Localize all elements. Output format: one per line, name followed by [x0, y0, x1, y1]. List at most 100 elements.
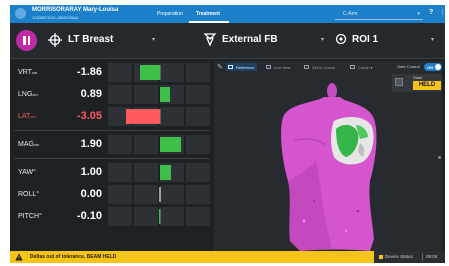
- pause-button[interactable]: [16, 30, 37, 51]
- delta-bar: [139, 65, 160, 80]
- beam-label[interactable]: External FB: [222, 34, 278, 45]
- delta-value: 0.00: [80, 188, 102, 200]
- gauge-cell: [108, 163, 132, 182]
- beam-icon: [203, 33, 217, 46]
- gauge-cell: [186, 85, 210, 104]
- delta-unit: cm: [33, 142, 40, 147]
- gauge-cell: [134, 85, 158, 104]
- tolerance-warning-message: Deltas out of tolerance, BEAM HELD: [30, 254, 117, 260]
- panel-handle[interactable]: [438, 156, 441, 159]
- roi-icon: [335, 33, 347, 45]
- gauge-cell: [108, 185, 132, 204]
- delta-bar: [160, 137, 181, 152]
- gauge-cell: [108, 63, 132, 82]
- delta-value: 0.89: [80, 88, 102, 100]
- gauge-zero-line: [160, 209, 161, 224]
- delta-unit: cm: [30, 114, 36, 119]
- beam-state-box: State HELD: [392, 74, 442, 92]
- chevron-down-icon[interactable]: ▾: [431, 36, 434, 43]
- roi-label[interactable]: ROI 1: [352, 34, 378, 45]
- delta-bar: [159, 187, 161, 202]
- device-status-area[interactable]: Device Status 08:05: [374, 251, 445, 263]
- treatment-site-label[interactable]: LT Breast: [68, 34, 113, 45]
- delta-bar: [160, 87, 170, 102]
- gauge-cell: [160, 107, 184, 126]
- gauge-cell: [186, 185, 210, 204]
- patient-avatar[interactable]: [15, 8, 26, 19]
- clock: 08:05: [426, 254, 438, 259]
- surface-view-panel: ✎ Reference Live view Set to Couch Couch…: [214, 61, 442, 251]
- machine-dropdown[interactable]: C-Arm ▾: [335, 8, 423, 20]
- chevron-down-icon[interactable]: ▾: [321, 36, 324, 43]
- machine-dropdown-value: C-Arm: [343, 11, 358, 17]
- state-indicator-icon: [395, 78, 403, 86]
- live-view-button[interactable]: Live view: [264, 63, 293, 71]
- gauge-cell: [186, 207, 210, 226]
- delta-label: VRT: [18, 69, 32, 76]
- gauge-zero-line: [160, 109, 161, 124]
- gauge-cell: [160, 185, 184, 204]
- gauge-cell: [186, 63, 210, 82]
- delta-label: LNG: [18, 91, 33, 98]
- state-caption: State: [413, 75, 423, 80]
- gauge-cell: [186, 107, 210, 126]
- status-footer: Deltas out of tolerance, BEAM HELD Devic…: [10, 251, 445, 263]
- delta-row-yaw: YAW° 1.00: [14, 162, 210, 183]
- gauge-cell: [134, 163, 158, 182]
- help-icon[interactable]: ?: [429, 9, 433, 16]
- treatment-toolbar: LT Breast ▾ External FB ▾ ROI 1 ▾: [10, 23, 445, 59]
- delta-label: PITCH°: [18, 213, 42, 220]
- delta-row-vrt: VRTcm -1.86: [14, 62, 210, 83]
- delta-unit: cm: [32, 92, 38, 97]
- device-status-indicator: [379, 255, 383, 259]
- delta-row-pitch: PITCH° -0.10: [14, 206, 210, 227]
- divider: [14, 130, 209, 131]
- delta-row-lat: LATcm -3.05: [14, 106, 210, 127]
- delta-bar: [126, 109, 160, 124]
- gauge-cell: [108, 207, 132, 226]
- tab-treatment[interactable]: Treatment: [196, 11, 220, 17]
- delta-label: LAT: [18, 113, 31, 120]
- more-menu-icon[interactable]: ⋮: [439, 8, 445, 16]
- gauge-cell: [134, 135, 158, 154]
- patient-name: MORRISORARAY Mary-Louisa: [32, 7, 119, 13]
- delta-value: -0.10: [76, 210, 102, 222]
- held-badge: HELD: [413, 81, 441, 90]
- gate-control-label: Gate Control: [397, 64, 420, 69]
- gauge-cell: [134, 185, 158, 204]
- delta-value: -1.86: [76, 66, 102, 78]
- chevron-down-icon[interactable]: ▾: [152, 36, 155, 43]
- divider: [422, 253, 423, 261]
- delta-value: -3.05: [76, 110, 102, 122]
- gauge-cell: [160, 63, 184, 82]
- delta-bar: [158, 209, 160, 224]
- gate-control-toggle[interactable]: ON: [424, 63, 442, 71]
- delta-bar: [160, 165, 171, 180]
- delta-row-roll: ROLL° 0.00: [14, 184, 210, 205]
- gauge-cell: [108, 135, 132, 154]
- patient-surface-model[interactable]: [274, 81, 384, 253]
- device-status-label: Device Status: [385, 254, 413, 259]
- couch-dropdown[interactable]: Couch ▾: [348, 63, 376, 71]
- delta-unit: cm: [31, 70, 38, 75]
- delta-row-mag: MAGcm 1.90: [14, 134, 210, 155]
- gauge-cell: [134, 207, 158, 226]
- warning-icon: [15, 253, 23, 261]
- crosshair-icon: [48, 33, 62, 47]
- divider: [14, 158, 209, 159]
- gauge-cell: [108, 85, 132, 104]
- set-to-couch-button[interactable]: Set to Couch: [302, 63, 338, 71]
- reference-view-button[interactable]: Reference: [226, 63, 258, 71]
- delta-label: YAW°: [18, 169, 36, 176]
- tab-preparation[interactable]: Preparation: [157, 11, 183, 17]
- gauge-cell: [186, 135, 210, 154]
- app-header: MORRISORARAY Mary-Louisa 1234567XXX, AB4…: [10, 5, 445, 23]
- delta-label: MAG: [18, 141, 34, 148]
- delta-value: 1.00: [80, 166, 102, 178]
- delta-label: ROLL°: [18, 191, 40, 198]
- gauge-cell: [160, 207, 184, 226]
- delta-value: 1.90: [80, 138, 102, 150]
- chevron-down-icon: ▾: [417, 11, 420, 17]
- delta-row-lng: LNGcm 0.89: [14, 84, 210, 105]
- gauge-cell: [186, 163, 210, 182]
